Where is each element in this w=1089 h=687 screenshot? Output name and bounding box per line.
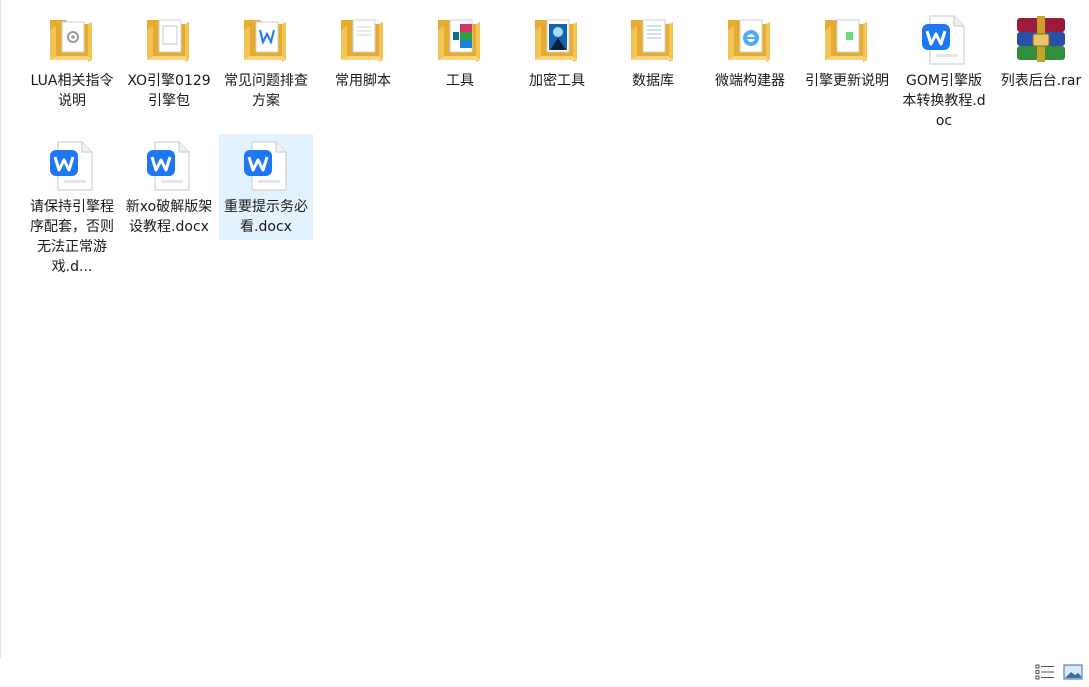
folder-icon <box>722 12 778 68</box>
file-name: 重要提示务必看.docx <box>224 199 308 235</box>
file-name: 引擎更新说明 <box>805 73 889 89</box>
file-item-tools[interactable]: 工具 <box>413 10 507 91</box>
file-name: XO引擎0129引擎包 <box>127 73 211 109</box>
wps-document-icon <box>916 12 972 68</box>
file-item-encrypt-tools[interactable]: 加密工具 <box>510 10 604 91</box>
wps-document-icon <box>44 138 100 194</box>
file-name: GOM引擎版本转换教程.doc <box>902 73 986 129</box>
file-item-gom-tutorial[interactable]: GOM引擎版本转换教程.doc <box>897 10 991 131</box>
folder-icon <box>432 12 488 68</box>
file-item-engine-warning[interactable]: 请保持引擎程序配套，否则无法正常游戏.d... <box>25 136 119 277</box>
folder-icon <box>819 12 875 68</box>
file-name: 数据库 <box>632 73 674 89</box>
folder-icon <box>44 12 100 68</box>
folder-icon <box>238 12 294 68</box>
large-icons-view-icon[interactable] <box>1063 663 1083 681</box>
file-item-list-backend-rar[interactable]: 列表后台.rar <box>994 10 1088 91</box>
file-name: 请保持引擎程序配套，否则无法正常游戏.d... <box>30 199 114 275</box>
file-item-micro-builder[interactable]: 微端构建器 <box>703 10 797 91</box>
folder-icon <box>529 12 585 68</box>
status-bar <box>0 658 1089 687</box>
file-item-lua-docs[interactable]: LUA相关指令说明 <box>25 10 119 111</box>
file-item-database[interactable]: 数据库 <box>606 10 700 91</box>
file-name: 列表后台.rar <box>1000 73 1082 89</box>
file-name: 微端构建器 <box>715 73 785 89</box>
winrar-archive-icon <box>1013 12 1069 68</box>
file-name: 常见问题排查方案 <box>224 73 308 109</box>
file-name: LUA相关指令说明 <box>30 73 114 109</box>
file-name: 加密工具 <box>529 73 585 89</box>
folder-icon <box>335 12 391 68</box>
wps-document-icon <box>141 138 197 194</box>
folder-icon <box>141 12 197 68</box>
file-item-xo-setup-tutorial[interactable]: 新xo破解版架设教程.docx <box>122 136 216 237</box>
file-name: 常用脚本 <box>335 73 391 89</box>
file-item-faq[interactable]: 常见问题排查方案 <box>219 10 313 111</box>
details-view-icon[interactable] <box>1035 663 1055 681</box>
file-item-important-notice[interactable]: 重要提示务必看.docx <box>219 134 313 240</box>
file-item-update-notes[interactable]: 引擎更新说明 <box>800 10 894 91</box>
wps-document-icon <box>238 138 294 194</box>
file-item-xo-engine[interactable]: XO引擎0129引擎包 <box>122 10 216 111</box>
folder-icon <box>625 12 681 68</box>
file-name: 新xo破解版架设教程.docx <box>125 199 213 235</box>
file-item-scripts[interactable]: 常用脚本 <box>316 10 410 91</box>
file-name: 工具 <box>446 73 474 89</box>
